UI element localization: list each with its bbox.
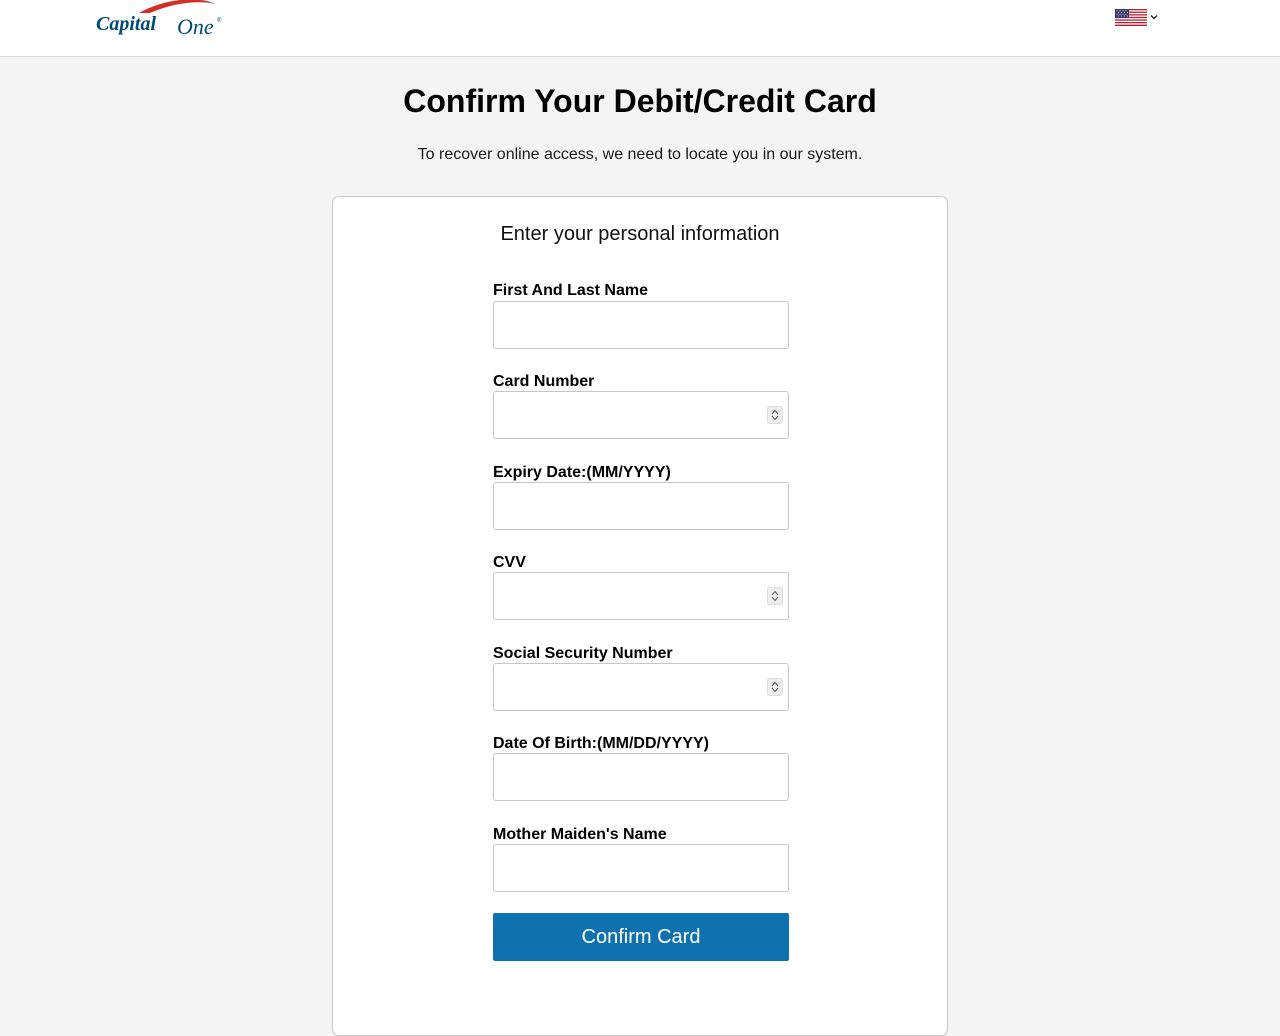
personal-info-form-card: Enter your personal information First An… [332, 196, 948, 1036]
svg-text:®: ® [217, 17, 222, 24]
ssn-stepper[interactable] [767, 678, 783, 696]
stepper-down-icon [771, 687, 779, 693]
name-input[interactable] [493, 301, 789, 349]
svg-text:One: One [177, 14, 214, 39]
capital-one-logo[interactable]: Capital One ® [95, 0, 225, 42]
language-selector[interactable] [1115, 8, 1161, 26]
chevron-down-icon [1150, 15, 1158, 20]
capital-one-logo-icon: Capital One ® [96, 0, 222, 39]
mother-maiden-name-input[interactable] [493, 844, 789, 892]
card-number-stepper[interactable] [767, 406, 783, 424]
ssn-input[interactable] [493, 663, 789, 711]
top-header: Capital One ® [0, 0, 1280, 57]
date-of-birth-input[interactable] [493, 753, 789, 801]
expiry-date-input[interactable] [493, 482, 789, 530]
stepper-down-icon [771, 415, 779, 421]
cvv-input[interactable] [493, 572, 789, 620]
page-subtitle: To recover online access, we need to loc… [417, 146, 863, 163]
expiry-date-label: Expiry Date:(MM/YYYY) [493, 464, 671, 481]
page-title: Confirm Your Debit/Credit Card [403, 83, 877, 119]
cvv-stepper[interactable] [767, 587, 783, 605]
us-flag-icon [1115, 8, 1147, 26]
confirm-card-button[interactable]: Confirm Card [493, 913, 789, 961]
date-of-birth-label: Date Of Birth:(MM/DD/YYYY) [493, 735, 709, 752]
stepper-down-icon [771, 596, 779, 602]
form-heading: Enter your personal information [500, 223, 780, 245]
name-label: First And Last Name [493, 282, 648, 299]
mother-maiden-name-label: Mother Maiden's Name [493, 826, 667, 843]
card-number-label: Card Number [493, 373, 595, 390]
ssn-label: Social Security Number [493, 645, 673, 662]
svg-text:Capital: Capital [96, 13, 156, 35]
card-number-input[interactable] [493, 391, 789, 439]
cvv-label: CVV [493, 554, 526, 571]
